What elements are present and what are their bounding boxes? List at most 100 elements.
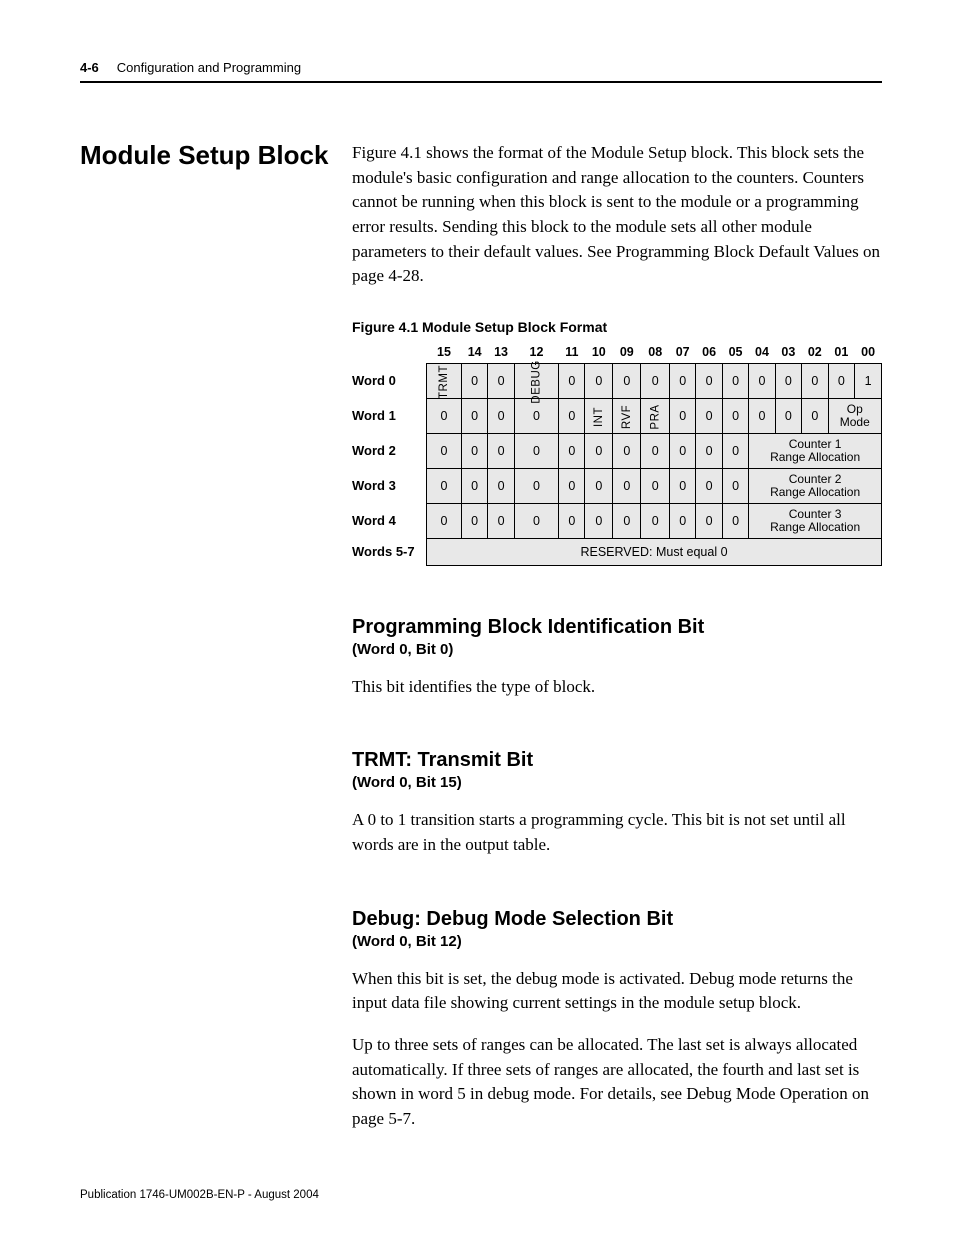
table-row: Word 0 TRMT 0 0 DEBUG 0 0 0 0 0 0 0 0 0 xyxy=(352,363,882,398)
cell: 0 xyxy=(696,468,722,503)
table-row: Word 1 0 0 0 0 0 INT RVF PRA 0 0 0 0 0 xyxy=(352,398,882,433)
bit-col: 03 xyxy=(775,345,801,364)
section-body: A 0 to 1 transition starts a programming… xyxy=(352,808,882,857)
cell: 0 xyxy=(585,433,613,468)
cell: 0 xyxy=(749,363,775,398)
section-heading: Debug: Debug Mode Selection Bit xyxy=(352,908,882,931)
bit-col: 15 xyxy=(427,345,462,364)
row-label: Word 0 xyxy=(352,363,427,398)
cell: 0 xyxy=(427,503,462,538)
cell: 0 xyxy=(461,468,487,503)
cell: 0 xyxy=(613,468,641,503)
cell: 0 xyxy=(775,363,801,398)
row-label: Word 4 xyxy=(352,503,427,538)
cell-counter1-range: Counter 1Range Allocation xyxy=(749,433,882,468)
bit-col: 07 xyxy=(669,345,695,364)
cell-rvf: RVF xyxy=(621,405,633,429)
cell-op-mode: OpMode xyxy=(828,398,881,433)
intro-paragraph: Figure 4.1 shows the format of the Modul… xyxy=(352,141,882,289)
bit-col: 13 xyxy=(488,345,514,364)
cell: 0 xyxy=(696,398,722,433)
module-setup-table: 15 14 13 12 11 10 09 08 07 06 05 04 03 0… xyxy=(352,345,882,566)
cell: 0 xyxy=(641,363,670,398)
cell: 0 xyxy=(775,398,801,433)
cell: 0 xyxy=(802,398,828,433)
row-label: Word 3 xyxy=(352,468,427,503)
cell: 0 xyxy=(696,503,722,538)
cell: 0 xyxy=(488,433,514,468)
section-title: Configuration and Programming xyxy=(117,60,301,75)
section-subheading: (Word 0, Bit 0) xyxy=(352,641,882,658)
table-row: Word 4 0 0 0 0 0 0 0 0 0 0 0 Counter 3Ra… xyxy=(352,503,882,538)
cell: 0 xyxy=(461,433,487,468)
cell-counter2-range: Counter 2Range Allocation xyxy=(749,468,882,503)
cell: 0 xyxy=(461,503,487,538)
cell: 0 xyxy=(427,433,462,468)
cell: 0 xyxy=(461,398,487,433)
cell: 0 xyxy=(559,398,585,433)
cell: 0 xyxy=(613,503,641,538)
cell: 0 xyxy=(722,398,748,433)
bit-col: 00 xyxy=(855,345,882,364)
cell-debug: DEBUG xyxy=(530,360,542,403)
page-title: Module Setup Block xyxy=(80,141,338,171)
cell: 0 xyxy=(669,398,695,433)
bit-col: 04 xyxy=(749,345,775,364)
cell: 0 xyxy=(559,468,585,503)
section-heading: Programming Block Identification Bit xyxy=(352,616,882,639)
cell: 0 xyxy=(669,503,695,538)
bit-col: 06 xyxy=(696,345,722,364)
row-label: Words 5-7 xyxy=(352,538,427,565)
cell: 0 xyxy=(585,503,613,538)
cell: 0 xyxy=(722,468,748,503)
cell: 0 xyxy=(488,503,514,538)
bit-col: 02 xyxy=(802,345,828,364)
cell: 0 xyxy=(514,503,558,538)
cell: 0 xyxy=(802,363,828,398)
section-subheading: (Word 0, Bit 12) xyxy=(352,933,882,950)
table-row: Word 3 0 0 0 0 0 0 0 0 0 0 0 Counter 2Ra… xyxy=(352,468,882,503)
bit-col: 10 xyxy=(585,345,613,364)
section-body: Up to three sets of ranges can be alloca… xyxy=(352,1033,882,1132)
cell-int: INT xyxy=(593,407,605,427)
bit-col: 08 xyxy=(641,345,670,364)
cell: 0 xyxy=(613,433,641,468)
table-row: Word 2 0 0 0 0 0 0 0 0 0 0 0 Counter 1Ra… xyxy=(352,433,882,468)
cell: 0 xyxy=(559,363,585,398)
cell: 0 xyxy=(559,433,585,468)
row-label: Word 2 xyxy=(352,433,427,468)
cell: 0 xyxy=(427,468,462,503)
cell: 0 xyxy=(749,398,775,433)
cell: 0 xyxy=(641,433,670,468)
bit-col: 01 xyxy=(828,345,855,364)
cell: 1 xyxy=(855,363,882,398)
cell: 0 xyxy=(828,363,855,398)
cell: 0 xyxy=(641,503,670,538)
cell: 0 xyxy=(669,433,695,468)
cell: 0 xyxy=(488,363,514,398)
cell-counter3-range: Counter 3Range Allocation xyxy=(749,503,882,538)
cell: 0 xyxy=(669,363,695,398)
bit-col: 14 xyxy=(461,345,487,364)
cell: 0 xyxy=(696,433,722,468)
running-header: 4-6 Configuration and Programming xyxy=(80,60,882,83)
cell: 0 xyxy=(696,363,722,398)
publication-footer: Publication 1746-UM002B-EN-P - August 20… xyxy=(80,1189,319,1201)
cell: 0 xyxy=(514,468,558,503)
table-row: Words 5-7 RESERVED: Must equal 0 xyxy=(352,538,882,565)
cell-pra: PRA xyxy=(649,404,661,429)
bit-col: 11 xyxy=(559,345,585,364)
section-subheading: (Word 0, Bit 15) xyxy=(352,774,882,791)
cell: 0 xyxy=(488,398,514,433)
section-body: This bit identifies the type of block. xyxy=(352,675,882,700)
cell: 0 xyxy=(427,398,462,433)
figure-caption: Figure 4.1 Module Setup Block Format xyxy=(352,319,882,335)
cell-reserved: RESERVED: Must equal 0 xyxy=(427,538,882,565)
section-heading: TRMT: Transmit Bit xyxy=(352,749,882,772)
cell: 0 xyxy=(722,433,748,468)
cell: 0 xyxy=(613,363,641,398)
cell: 0 xyxy=(461,363,487,398)
cell: 0 xyxy=(669,468,695,503)
cell: 0 xyxy=(514,433,558,468)
section-body: When this bit is set, the debug mode is … xyxy=(352,967,882,1016)
